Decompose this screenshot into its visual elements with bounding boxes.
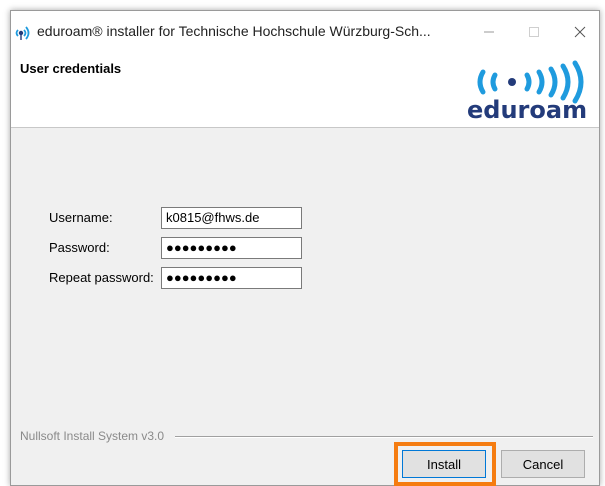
cancel-button[interactable]: Cancel [501,450,585,478]
eduroam-logo: eduroam [467,60,587,124]
page-title: User credentials [20,61,122,76]
close-icon [574,26,586,37]
username-label: Username: [49,210,113,225]
close-button[interactable] [557,11,603,52]
repeat-password-label: Repeat password: [49,270,154,285]
page-header: User credentials eduroam [11,52,599,128]
installer-window: eduroam® installer for Technische Hochsc… [10,10,600,486]
minimize-button[interactable] [466,11,512,52]
minimize-icon [484,31,494,32]
password-label: Password: [49,240,110,255]
repeat-password-input[interactable]: ●●●●●●●●● [161,267,302,289]
password-input[interactable]: ●●●●●●●●● [161,237,302,259]
maximize-button[interactable] [511,11,557,52]
window-title: eduroam® installer for Technische Hochsc… [37,23,431,39]
username-input[interactable]: k0815@fhws.de [161,207,302,229]
maximize-icon [529,26,539,37]
logo-text: eduroam [467,96,587,124]
nsis-branding: Nullsoft Install System v3.0 [20,429,165,443]
eduroam-app-icon [15,26,30,40]
title-bar[interactable]: eduroam® installer for Technische Hochsc… [11,11,599,52]
footer-divider [175,436,593,438]
install-button[interactable]: Install [402,450,486,478]
